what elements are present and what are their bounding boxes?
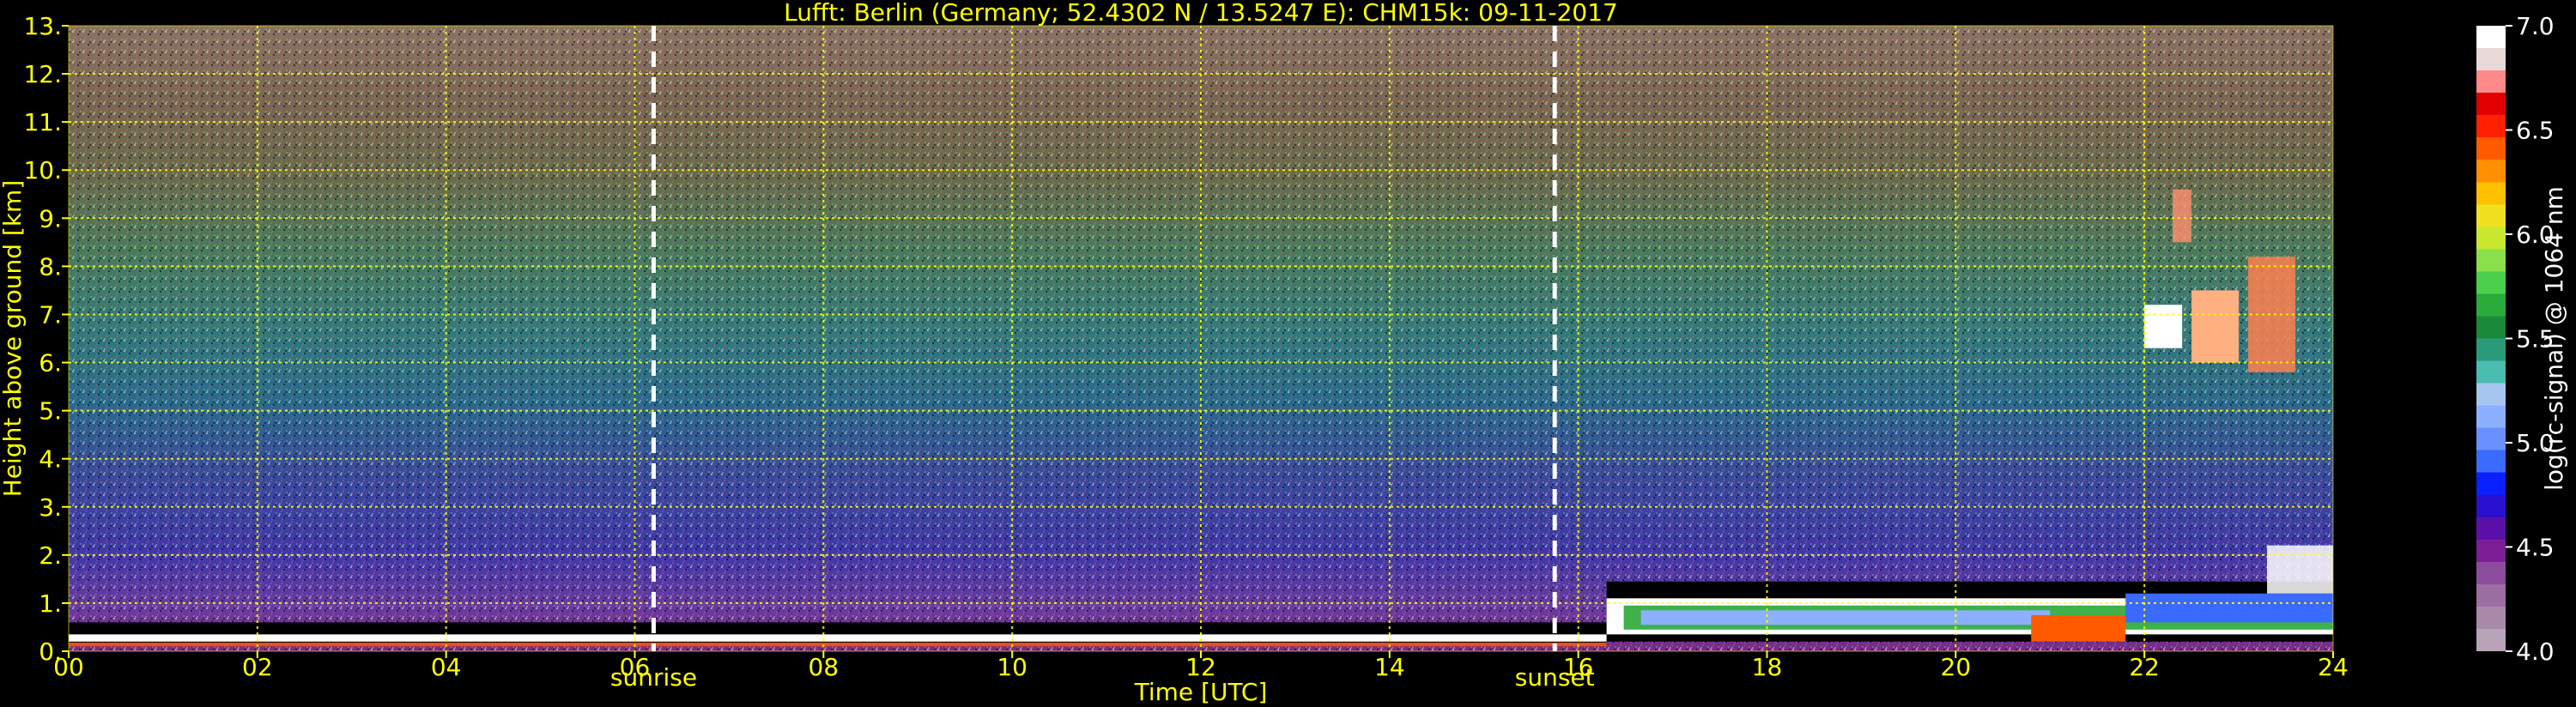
colorbar-tick-label: 4.0 — [2516, 638, 2555, 666]
x-tick-label: 08 — [809, 653, 839, 681]
x-tick-label: 02 — [242, 653, 273, 681]
colorbar-tick-label: 4.5 — [2516, 534, 2555, 562]
chart-title: Lufft: Berlin (Germany; 52.4302 N / 13.5… — [784, 0, 1618, 27]
y-axis: 0.1.2.3.4.5.6.7.8.9.10.11.12.13. — [23, 12, 69, 666]
x-tick-label: 14 — [1374, 653, 1405, 681]
y-tick-label: 8. — [39, 252, 62, 281]
y-tick-label: 3. — [39, 493, 62, 522]
upper-cloud-patch-a — [2144, 305, 2183, 348]
y-axis-label: Height above ground [km] — [0, 180, 27, 498]
low-cloud-core-late — [2125, 593, 2333, 623]
low-cloud-core-early — [1640, 610, 2051, 625]
low-cloud-top-right — [2267, 545, 2333, 594]
x-tick-label: 10 — [997, 653, 1027, 681]
y-tick-label: 12. — [23, 60, 62, 88]
y-tick-label: 2. — [39, 541, 62, 570]
x-tick-label: 00 — [53, 653, 84, 681]
upper-cloud-fallstreak — [2173, 189, 2192, 243]
x-tick-label: 22 — [2129, 653, 2160, 681]
x-tick-label: 16 — [1563, 653, 1594, 681]
y-tick-label: 4. — [39, 445, 62, 474]
x-tick-label: 18 — [1752, 653, 1783, 681]
y-tick-label: 9. — [39, 204, 62, 233]
ceilometer-chart: sunrise sunset 0.1.2.3.4.5.6.7.8.9.10.11.… — [0, 0, 2568, 706]
x-tick-label: 04 — [431, 653, 462, 681]
x-axis-label: Time [UTC] — [1134, 678, 1268, 706]
y-tick-label: 10. — [23, 156, 62, 184]
x-axis: 00 02 04 06 08 10 12 14 16 18 20 22 24 — [53, 651, 2349, 681]
upper-cloud-patch-b — [2191, 290, 2240, 363]
x-tick-label: 20 — [1941, 653, 1972, 681]
x-tick-label: 24 — [2318, 653, 2349, 681]
boundary-layer-bright-line — [69, 634, 1607, 642]
x-tick-label: 06 — [620, 653, 651, 681]
colorbar-label: log(rc-signal) @ 1064 nm — [2540, 186, 2568, 491]
colorbar-scale — [2476, 26, 2506, 651]
low-cloud-rain-band — [2031, 614, 2126, 642]
y-tick-label: 5. — [39, 397, 62, 426]
y-tick-label: 11. — [23, 108, 62, 136]
y-tick-label: 13. — [23, 12, 62, 40]
boundary-layer-surface — [69, 642, 1607, 647]
colorbar-tick-label: 7.0 — [2516, 12, 2555, 40]
y-tick-label: 1. — [39, 589, 62, 618]
y-tick-label: 7. — [39, 300, 62, 329]
y-tick-label: 6. — [39, 349, 62, 378]
colorbar-tick-label: 6.5 — [2516, 117, 2555, 145]
